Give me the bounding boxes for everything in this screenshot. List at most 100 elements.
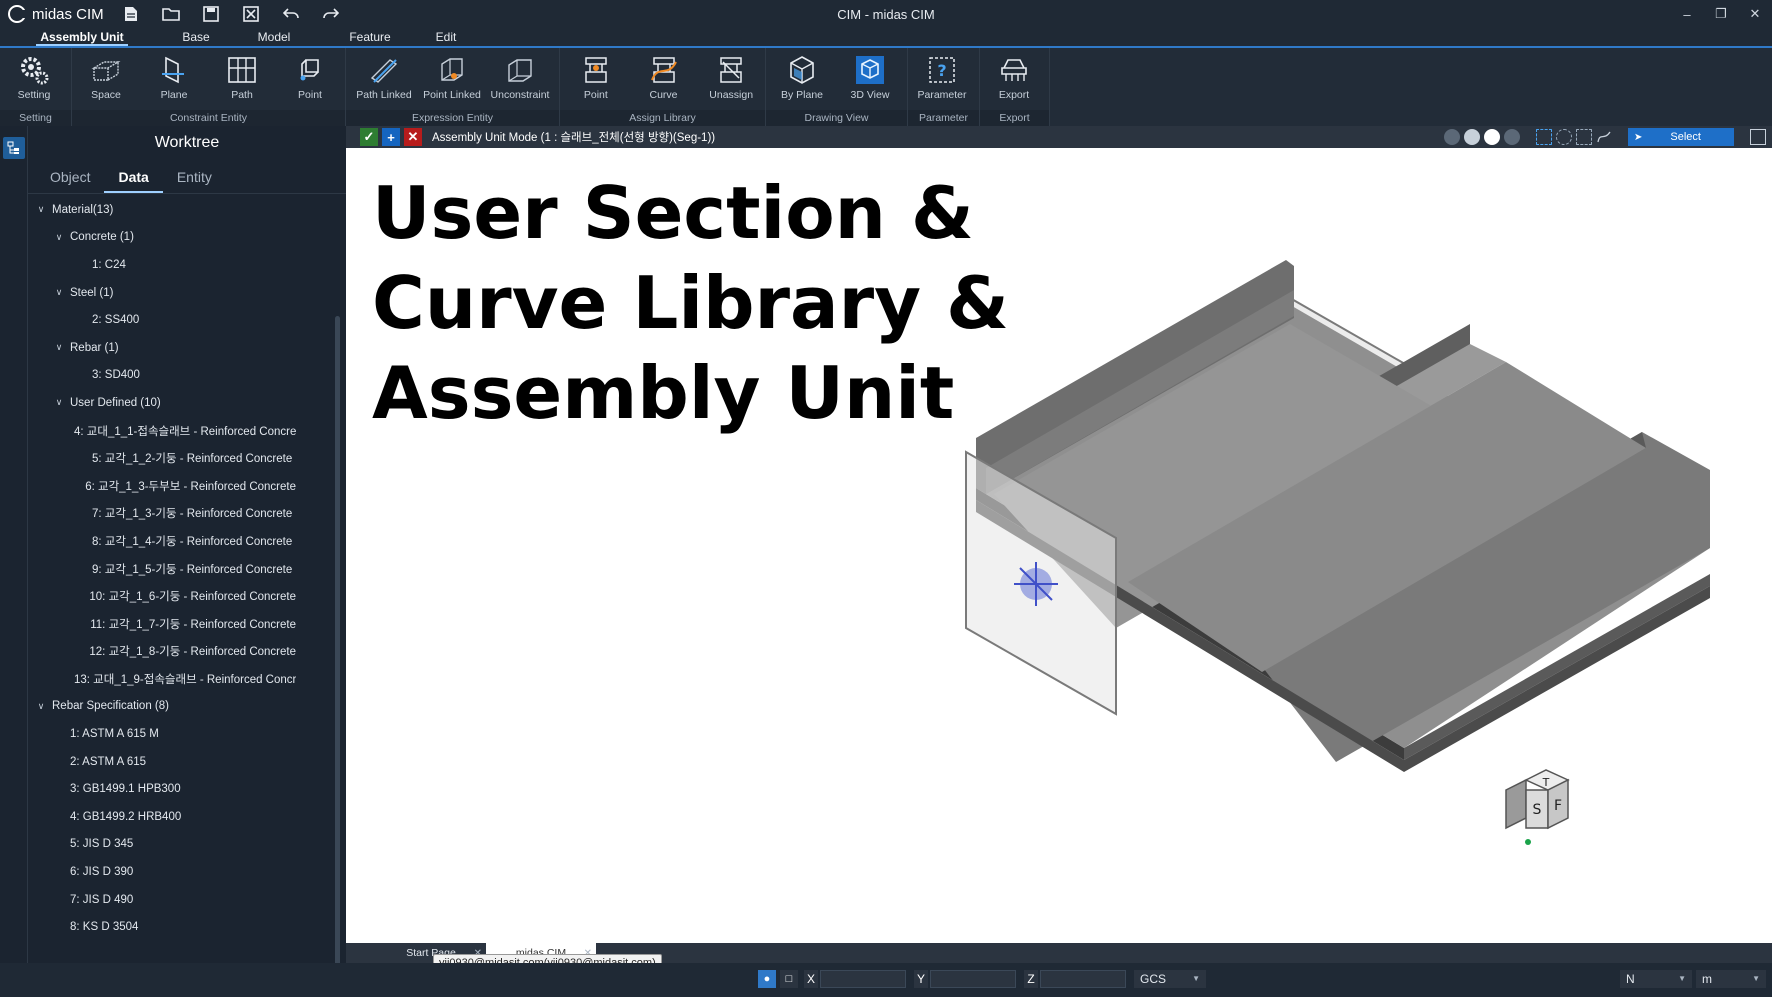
grid-icon[interactable]: □ [780,970,798,988]
tree-item[interactable]: ∨ Rebar (1) [28,334,296,362]
panel-toggle-icon[interactable] [1750,129,1766,145]
redo-icon[interactable] [322,5,340,23]
tree-item[interactable]: 1: ASTM A 615 M [28,720,296,748]
worktree-title: Worktree [154,134,220,151]
by-plane-button[interactable]: By Plane [768,48,836,110]
restore-icon[interactable]: ❐ [1704,0,1738,28]
3d-viewport[interactable]: User Section & Curve Library & Assembly … [346,148,1772,943]
chevron-down-icon[interactable]: ∨ [52,397,66,408]
tab-model[interactable]: Model [248,28,300,46]
coordinate-system-select[interactable]: GCS ▼ [1134,970,1206,988]
snap-icon[interactable]: ● [758,970,776,988]
tree-item[interactable]: 9: 교각_1_5-기둥 - Reinforced Concrete [28,555,296,583]
tree-item[interactable]: 4: 교대_1_1-접속슬래브 - Reinforced Concrete [28,417,296,445]
tree-item[interactable]: ∨ Rebar Specification (8) [28,693,296,721]
render-icon[interactable] [1484,129,1500,145]
worktree-toggle-icon[interactable] [3,137,25,159]
export-button[interactable]: Export [980,48,1048,110]
by-plane-icon [790,56,814,84]
add-button[interactable]: + [382,128,400,146]
path-linked-button[interactable]: Path Linked [350,48,418,110]
close-file-icon[interactable] [242,5,260,23]
tree-item[interactable]: 1: C24 [28,251,296,279]
cancel-button[interactable]: ✕ [404,128,422,146]
tree-item[interactable]: 2: SS400 [28,306,296,334]
tab-base[interactable]: Base [170,28,222,46]
select-mode-button[interactable]: ➤ Select [1628,128,1734,146]
chevron-down-icon[interactable]: ∨ [52,287,66,298]
tree-item[interactable]: 7: 교각_1_3-기둥 - Reinforced Concrete [28,500,296,528]
minimize-icon[interactable]: – [1670,0,1704,28]
tree-item[interactable]: 4: GB1499.2 HRB400 [28,803,296,831]
tree-item[interactable]: 12: 교각_1_8-기둥 - Reinforced Concrete [28,638,296,666]
space-button[interactable]: Space [72,48,140,110]
setting-button[interactable]: Setting [0,48,68,110]
chevron-down-icon[interactable]: ∨ [34,701,48,712]
tree-item[interactable]: 3: GB1499.1 HPB300 [28,775,296,803]
tree-item[interactable]: 8: KS D 3504 [28,913,296,934]
lasso-select-icon[interactable] [1596,129,1612,145]
box-select-icon[interactable] [1536,129,1552,145]
assembly-model[interactable]: T S F [346,148,1772,943]
tree-item[interactable]: 7: JIS D 490 [28,886,296,914]
cube-side-label: S [1533,802,1542,818]
path-icon [228,57,256,83]
point-button[interactable]: Point [276,48,344,110]
confirm-button[interactable]: ✓ [360,128,378,146]
new-file-icon[interactable] [122,5,140,23]
tab-data[interactable]: Data [104,162,163,193]
tree-item[interactable]: 11: 교각_1_7-기둥 - Reinforced Concrete [28,610,296,638]
tree-item[interactable]: 3: SD400 [28,362,296,390]
chevron-down-icon[interactable]: ∨ [34,204,48,215]
force-unit-select[interactable]: N ▼ [1620,970,1692,988]
unassign-button[interactable]: Unassign [697,48,765,110]
tree-item[interactable]: 6: 교각_1_3-두부보 - Reinforced Concrete [28,472,296,500]
wireframe-icon[interactable] [1504,129,1520,145]
plane-button[interactable]: Plane [140,48,208,110]
tree-item[interactable]: ∨ Concrete (1) [28,224,296,252]
circle-select-icon[interactable] [1556,129,1572,145]
point-linked-button[interactable]: Point Linked [418,48,486,110]
open-folder-icon[interactable] [162,5,180,23]
tree-item[interactable]: ∨ User Defined (10) [28,389,296,417]
tab-entity[interactable]: Entity [163,162,226,193]
tab-feature[interactable]: Feature [340,28,400,46]
assign-point-button[interactable]: Point [562,48,630,110]
save-icon[interactable] [202,5,220,23]
worktree-scrollbar[interactable] [335,316,340,976]
tab-object[interactable]: Object [36,162,104,193]
tree-item[interactable]: 5: 교각_1_2-기둥 - Reinforced Concrete [28,444,296,472]
ribbon-group-label: Assign Library [560,110,765,126]
tree-item[interactable]: 8: 교각_1_4-기둥 - Reinforced Concrete [28,527,296,555]
tree-item[interactable]: 2: ASTM A 615 [28,748,296,776]
tab-assembly-unit[interactable]: Assembly Unit [36,28,128,46]
y-coordinate-field[interactable] [930,970,1016,988]
z-coordinate-field[interactable] [1040,970,1126,988]
polygon-select-icon[interactable] [1576,129,1592,145]
tab-edit[interactable]: Edit [426,28,466,46]
ribbon-group-export: Export Export [980,48,1050,126]
tree-item[interactable]: ∨ Steel (1) [28,279,296,307]
chevron-down-icon[interactable]: ∨ [52,232,66,243]
shade-icon[interactable] [1464,129,1480,145]
tree-item-label: 12: 교각_1_8-기둥 - Reinforced Concrete [89,646,296,659]
3d-view-button[interactable]: 3D View [836,48,904,110]
tree-item[interactable]: 10: 교각_1_6-기둥 - Reinforced Concrete [28,582,296,610]
side-rail [0,126,28,963]
ribbon-group-label: Constraint Entity [72,110,345,126]
tree-item[interactable]: ∨ Material(13) [28,196,296,224]
x-coordinate-field[interactable] [820,970,906,988]
close-icon[interactable]: ✕ [1738,0,1772,28]
path-button[interactable]: Path [208,48,276,110]
undo-icon[interactable] [282,5,300,23]
unconstraint-button[interactable]: Unconstraint [486,48,554,110]
length-unit-select[interactable]: m ▼ [1696,970,1766,988]
tree-item[interactable]: 6: JIS D 390 [28,858,296,886]
svg-text:?: ? [937,61,946,80]
chevron-down-icon[interactable]: ∨ [52,342,66,353]
tree-item[interactable]: 5: JIS D 345 [28,831,296,859]
tree-item[interactable]: 13: 교대_1_9-접속슬래브 - Reinforced Concrete [28,665,296,693]
orbit-icon[interactable] [1444,129,1460,145]
assign-curve-button[interactable]: Curve [630,48,698,110]
parameter-button[interactable]: ? Parameter [908,48,976,110]
